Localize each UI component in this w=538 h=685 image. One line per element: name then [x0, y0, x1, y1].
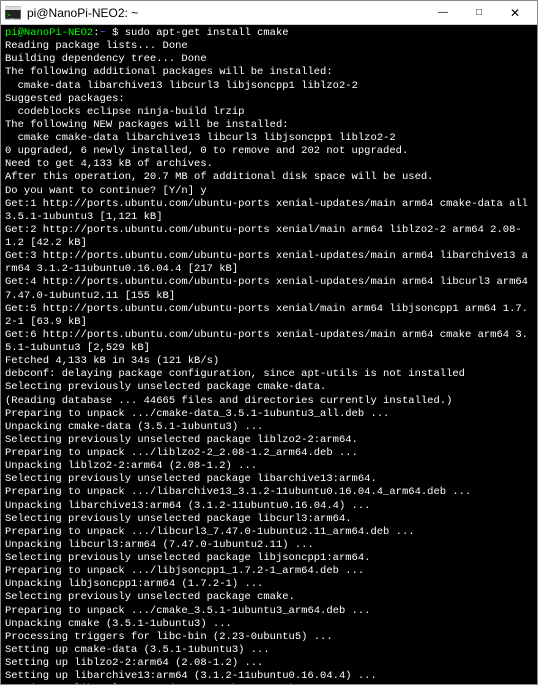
output-line: Selecting previously unselected package … [5, 552, 533, 565]
output-line: The following additional packages will b… [5, 66, 533, 79]
output-line: Setting up libcurl3:arm64 (7.47.0-1ubunt… [5, 683, 533, 684]
prompt-symbol: $ [106, 27, 125, 39]
output-line: Preparing to unpack .../libarchive13_3.1… [5, 486, 533, 499]
output-line: Preparing to unpack .../cmake-data_3.5.1… [5, 408, 533, 421]
command-text: sudo apt-get install cmake [125, 27, 289, 39]
output-line: Do you want to continue? [Y/n] y [5, 185, 533, 198]
output-line: Get:2 http://ports.ubuntu.com/ubuntu-por… [5, 224, 533, 250]
output-line: Get:3 http://ports.ubuntu.com/ubuntu-por… [5, 250, 533, 276]
output-line: Selecting previously unselected package … [5, 381, 533, 394]
window-controls: — □ ✕ [425, 2, 533, 24]
output-line: Selecting previously unselected package … [5, 473, 533, 486]
output-line: After this operation, 20.7 MB of additio… [5, 171, 533, 184]
maximize-button[interactable]: □ [461, 2, 497, 24]
output-line: cmake-data libarchive13 libcurl3 libjson… [5, 80, 533, 93]
output-line: Setting up cmake-data (3.5.1-1ubuntu3) .… [5, 644, 533, 657]
command-line: pi@NanoPi-NEO2:~ $ sudo apt-get install … [5, 27, 533, 40]
terminal-window: >_ pi@NanoPi-NEO2: ~ — □ ✕ pi@NanoPi-NEO… [0, 0, 538, 685]
output-line: Unpacking cmake-data (3.5.1-1ubuntu3) ..… [5, 421, 533, 434]
output-line: Selecting previously unselected package … [5, 434, 533, 447]
output-line: Setting up liblzo2-2:arm64 (2.08-1.2) ..… [5, 657, 533, 670]
window-title: pi@NanoPi-NEO2: ~ [27, 6, 425, 20]
output-line: Fetched 4,133 kB in 34s (121 kB/s) [5, 355, 533, 368]
output-line: Processing triggers for libc-bin (2.23-0… [5, 631, 533, 644]
minimize-button[interactable]: — [425, 2, 461, 24]
prompt-user-host: pi@NanoPi-NEO2 [5, 27, 93, 39]
output-line: codeblocks eclipse ninja-build lrzip [5, 106, 533, 119]
output-line: Unpacking liblzo2-2:arm64 (2.08-1.2) ... [5, 460, 533, 473]
output-line: Get:6 http://ports.ubuntu.com/ubuntu-por… [5, 329, 533, 355]
output-line: Setting up libarchive13:arm64 (3.1.2-11u… [5, 670, 533, 683]
terminal-content[interactable]: pi@NanoPi-NEO2:~ $ sudo apt-get install … [1, 25, 537, 684]
output-line: Preparing to unpack .../libjsoncpp1_1.7.… [5, 565, 533, 578]
output-line: Unpacking cmake (3.5.1-1ubuntu3) ... [5, 618, 533, 631]
titlebar[interactable]: >_ pi@NanoPi-NEO2: ~ — □ ✕ [1, 1, 537, 25]
output-line: Selecting previously unselected package … [5, 591, 533, 604]
output-line: Unpacking libarchive13:arm64 (3.1.2-11ub… [5, 500, 533, 513]
output-line: Preparing to unpack .../libcurl3_7.47.0-… [5, 526, 533, 539]
output-line: Preparing to unpack .../liblzo2-2_2.08-1… [5, 447, 533, 460]
output-line: cmake cmake-data libarchive13 libcurl3 l… [5, 132, 533, 145]
output-line: Selecting previously unselected package … [5, 513, 533, 526]
app-icon: >_ [5, 5, 21, 21]
output-line: Reading package lists... Done [5, 40, 533, 53]
output-line: Unpacking libcurl3:arm64 (7.47.0-1ubuntu… [5, 539, 533, 552]
output-line: Building dependency tree... Done [5, 53, 533, 66]
output-line: Need to get 4,133 kB of archives. [5, 158, 533, 171]
output-line: Suggested packages: [5, 93, 533, 106]
output-line: Get:4 http://ports.ubuntu.com/ubuntu-por… [5, 276, 533, 302]
output-line: Unpacking libjsoncpp1:arm64 (1.7.2-1) ..… [5, 578, 533, 591]
svg-text:>_: >_ [7, 13, 15, 19]
output-line: Get:5 http://ports.ubuntu.com/ubuntu-por… [5, 303, 533, 329]
close-button[interactable]: ✕ [497, 2, 533, 24]
output-line: Preparing to unpack .../cmake_3.5.1-1ubu… [5, 605, 533, 618]
output-line: 0 upgraded, 6 newly installed, 0 to remo… [5, 145, 533, 158]
output-line: (Reading database ... 44665 files and di… [5, 395, 533, 408]
output-line: The following NEW packages will be insta… [5, 119, 533, 132]
output-line: debconf: delaying package configuration,… [5, 368, 533, 381]
output-line: Get:1 http://ports.ubuntu.com/ubuntu-por… [5, 198, 533, 224]
